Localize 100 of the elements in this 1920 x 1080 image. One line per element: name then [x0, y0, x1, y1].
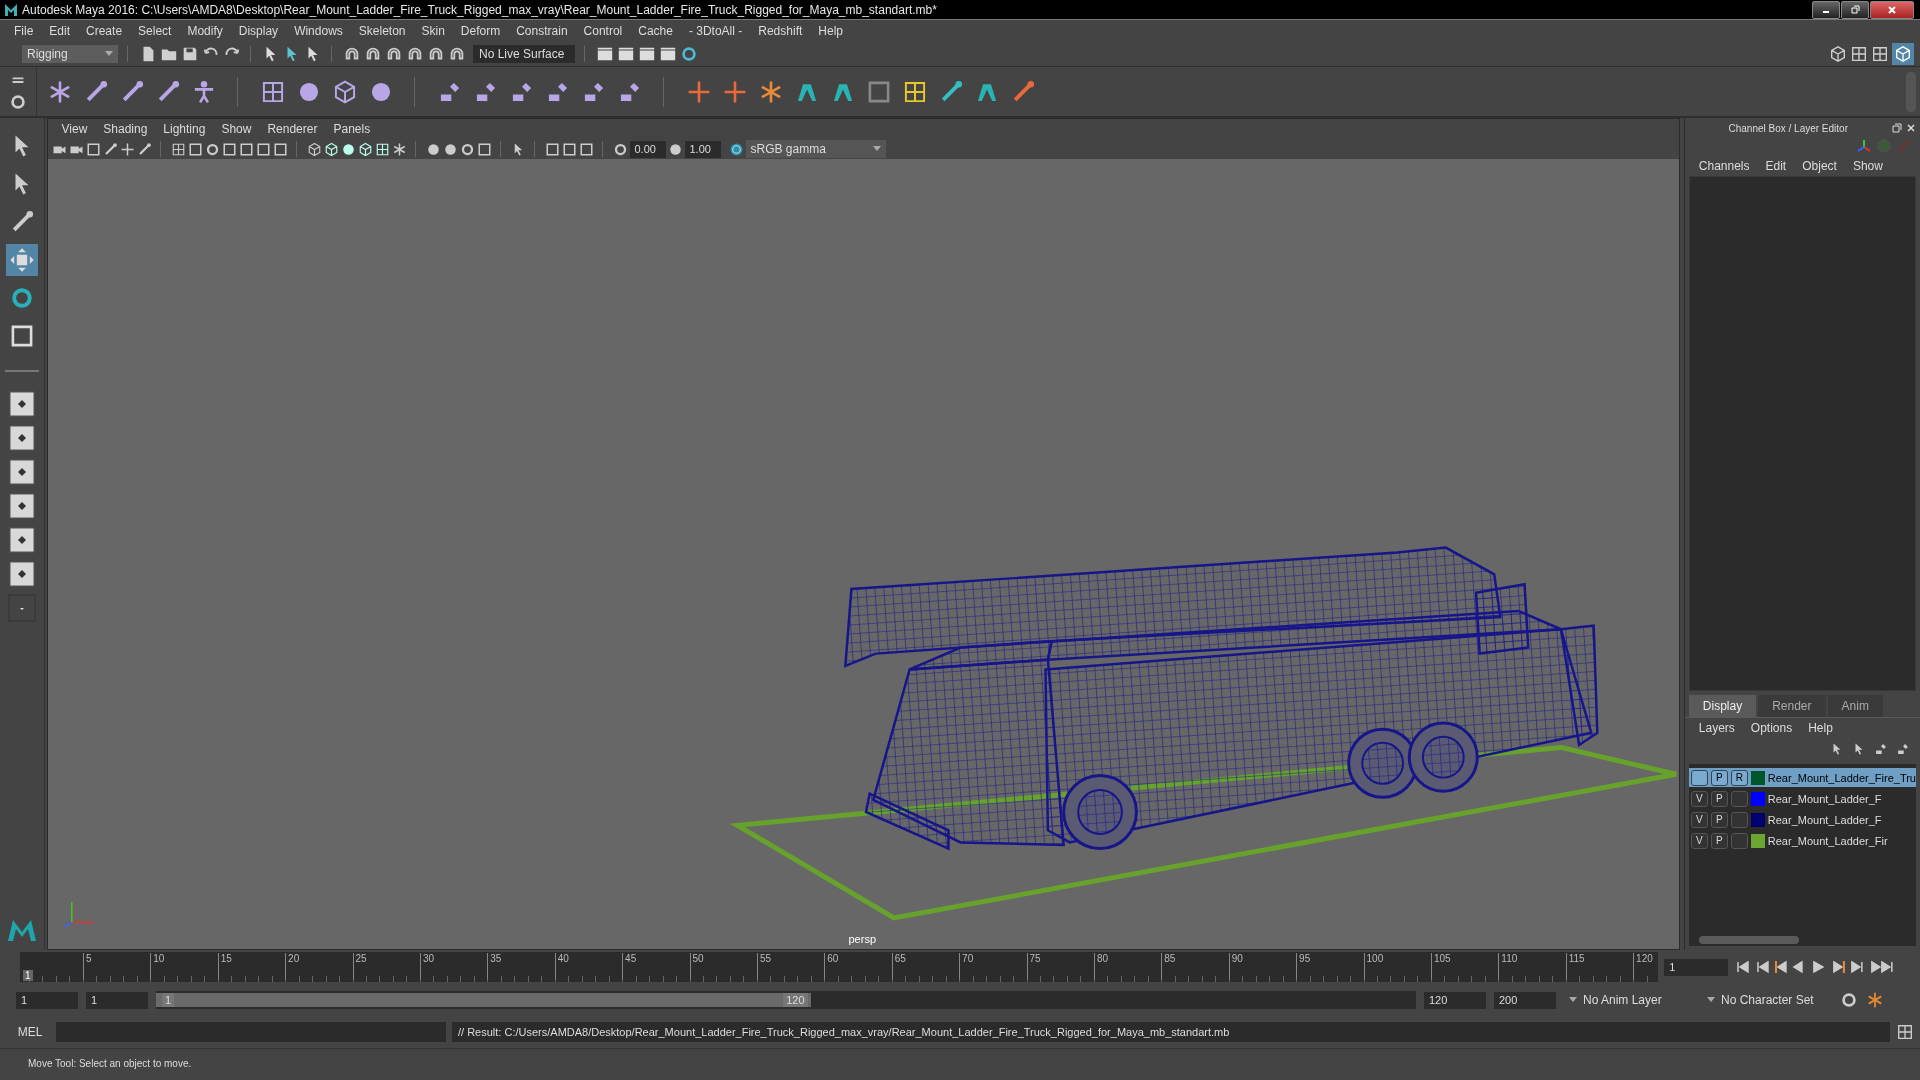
channel-box-menu-item[interactable]: Edit: [1757, 159, 1795, 173]
layer-editor-tab[interactable]: Anim: [1827, 695, 1883, 717]
menu-item[interactable]: File: [6, 24, 42, 38]
frame-tick-label: 50: [689, 953, 704, 979]
menu-item[interactable]: Skeleton: [350, 24, 414, 38]
menu-item[interactable]: Windows: [286, 24, 351, 38]
attribute-editor-icon[interactable]: [1850, 45, 1868, 63]
time-slider[interactable]: 5 10 15 20 25 30 35 40 45 50 55 60 65 70 75 80 85 90 95 100 105 110 115 120 1: [20, 952, 1659, 982]
frame-tick-label: 45: [622, 953, 637, 979]
menu-item[interactable]: Edit: [41, 24, 79, 38]
exposure-field[interactable]: 0.00: [629, 140, 666, 158]
layer-menu-item[interactable]: Options: [1742, 721, 1801, 735]
grid-icon[interactable]: [170, 141, 186, 157]
restore-icon[interactable]: [1850, 4, 1860, 15]
menu-item[interactable]: Constrain: [508, 24, 576, 38]
anim-layer-dropdown[interactable]: No Anim Layer: [1564, 991, 1694, 1009]
layer-row[interactable]: P R Rear_Mount_Ladder_Fire_Tru: [1688, 768, 1916, 787]
modeling-toolkit-icon[interactable]: [1829, 45, 1847, 63]
caret-icon[interactable]: [105, 51, 113, 57]
axis-gizmo-icon[interactable]: [1856, 138, 1872, 154]
menu-item[interactable]: Skin: [413, 24, 453, 38]
wireframe-icon[interactable]: [306, 141, 322, 157]
settings-icon[interactable]: [9, 92, 27, 111]
menu-item[interactable]: Control: [575, 24, 631, 38]
playback-toggle[interactable]: P: [1710, 811, 1728, 828]
layer-color-swatch[interactable]: [1750, 833, 1765, 848]
panel-menu-item[interactable]: Show: [213, 122, 260, 136]
menu-item[interactable]: Display: [230, 24, 287, 38]
layer-row[interactable]: V P Rear_Mount_Ladder_F: [1688, 789, 1916, 808]
maximize-button[interactable]: [1841, 0, 1869, 19]
menu-item[interactable]: Cache: [630, 24, 681, 38]
panel-menu-item[interactable]: View: [53, 122, 96, 136]
playback-end-field[interactable]: 120: [1424, 991, 1486, 1009]
layer-color-swatch[interactable]: [1750, 812, 1765, 827]
display-type-toggle[interactable]: [1730, 832, 1748, 849]
menu-set-dropdown[interactable]: Rigging: [22, 45, 118, 63]
layer-editor-tab[interactable]: Render: [1758, 695, 1826, 717]
channel-box-menu-item[interactable]: Object: [1794, 159, 1845, 173]
layer-menu-item[interactable]: Help: [1800, 721, 1841, 735]
panel-menu-item[interactable]: Renderer: [259, 122, 326, 136]
caret-icon[interactable]: [1569, 997, 1577, 1003]
start-frame-field[interactable]: 1: [16, 991, 78, 1009]
playback-start-field[interactable]: 1: [86, 991, 148, 1009]
close-button[interactable]: [1870, 0, 1914, 19]
save-icon[interactable]: [181, 45, 199, 63]
current-frame-marker[interactable]: 1: [23, 970, 33, 981]
command-language-label[interactable]: MEL: [10, 1025, 50, 1039]
character-set-dropdown[interactable]: No Character Set: [1702, 991, 1832, 1009]
caret-icon[interactable]: [1707, 997, 1715, 1003]
visibility-toggle[interactable]: V: [1690, 811, 1708, 828]
horizontal-scrollbar[interactable]: [1688, 934, 1916, 946]
menu-item[interactable]: Redshift: [750, 24, 811, 38]
display-type-toggle[interactable]: [1730, 790, 1748, 807]
menu-item[interactable]: - 3DtoAll -: [680, 24, 751, 38]
display-type-toggle[interactable]: R: [1730, 769, 1748, 786]
visibility-toggle[interactable]: [1690, 769, 1708, 786]
end-frame-field[interactable]: 200: [1494, 991, 1556, 1009]
command-input-field[interactable]: [56, 1022, 446, 1042]
frame-tick-label: 105: [1430, 953, 1451, 979]
visibility-toggle[interactable]: V: [1690, 832, 1708, 849]
playback-toggle[interactable]: P: [1710, 769, 1728, 786]
channel-box-icon[interactable]: [1894, 45, 1912, 63]
panel-menu-item[interactable]: Panels: [325, 122, 379, 136]
float-window-icon[interactable]: [1892, 123, 1902, 133]
minimize-button[interactable]: [1812, 0, 1840, 19]
frame-tick-label: 80: [1093, 953, 1109, 979]
tool-settings-icon[interactable]: [1871, 45, 1889, 63]
panel-menu-item[interactable]: Lighting: [155, 122, 214, 136]
caret-icon[interactable]: [872, 146, 881, 152]
layer-color-swatch[interactable]: [1750, 770, 1765, 785]
menu-item[interactable]: Modify: [179, 24, 231, 38]
playback-toggle[interactable]: P: [1710, 832, 1728, 849]
pivot-icon[interactable]: [119, 141, 135, 157]
live-surface-field[interactable]: No Live Surface: [473, 45, 575, 63]
current-frame-field[interactable]: 1: [1664, 958, 1729, 976]
lattice-icon[interactable]: [332, 78, 358, 105]
viewport[interactable]: persp: [47, 159, 1679, 949]
channel-box-menu-item[interactable]: Show: [1844, 159, 1891, 173]
menu-item[interactable]: Help: [810, 24, 851, 38]
visibility-toggle[interactable]: V: [1690, 790, 1708, 807]
display-type-toggle[interactable]: [1730, 811, 1748, 828]
menu-item[interactable]: Select: [130, 24, 180, 38]
layer-row[interactable]: V P Rear_Mount_Ladder_Fir: [1688, 831, 1916, 850]
menu-item[interactable]: Create: [78, 24, 131, 38]
playback-toggle[interactable]: P: [1710, 790, 1728, 807]
script-editor-icon[interactable]: [1896, 1023, 1914, 1041]
move-tool-icon[interactable]: [8, 247, 35, 273]
shaded-icon[interactable]: [323, 141, 339, 157]
close-icon[interactable]: [1906, 123, 1916, 133]
range-slider-bar[interactable]: [156, 993, 812, 1007]
color-space-dropdown[interactable]: sRGB gamma: [745, 140, 886, 158]
layer-color-swatch[interactable]: [1750, 791, 1765, 806]
layer-row[interactable]: V P Rear_Mount_Ladder_F: [1688, 810, 1916, 829]
channel-box-menu-item[interactable]: Channels: [1690, 159, 1758, 173]
layer-editor-tab[interactable]: Display: [1688, 695, 1757, 717]
gamma-field[interactable]: 1.00: [684, 140, 721, 158]
layer-menu-item[interactable]: Layers: [1690, 721, 1743, 735]
panel-menu-item[interactable]: Shading: [95, 122, 156, 136]
menu-item[interactable]: Deform: [452, 24, 509, 38]
color-management-toggle-icon[interactable]: [728, 141, 744, 157]
